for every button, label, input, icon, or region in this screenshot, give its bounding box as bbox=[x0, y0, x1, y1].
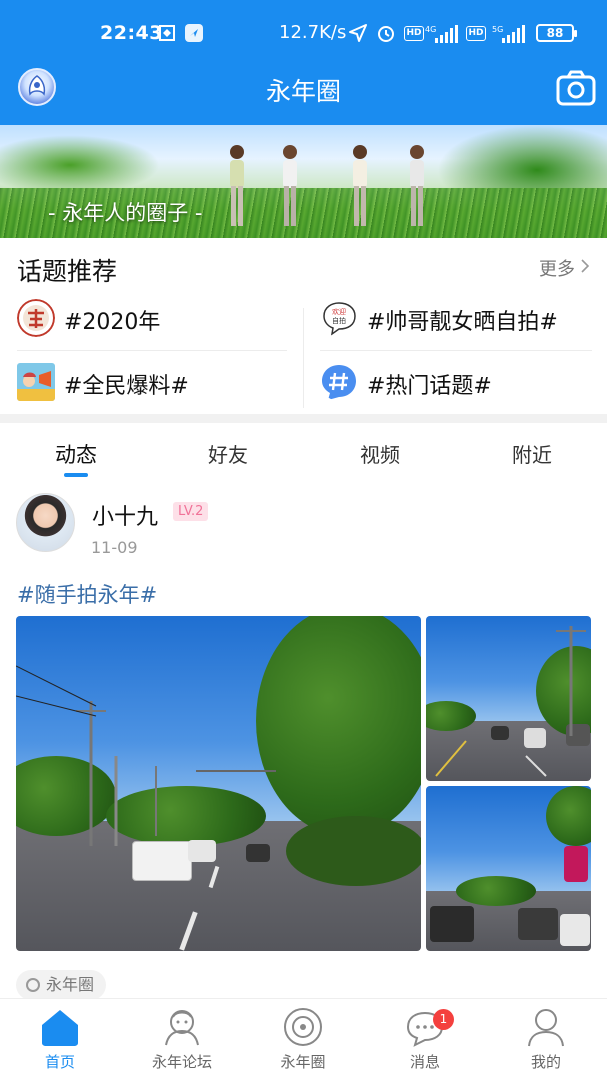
status-time: 22:43 bbox=[100, 22, 163, 44]
circle-icon bbox=[284, 1008, 322, 1046]
navigation-icon bbox=[349, 24, 367, 42]
post-photo-2[interactable] bbox=[426, 616, 591, 781]
banner-image[interactable]: - 永年人的圈子 - bbox=[0, 125, 607, 238]
section-divider bbox=[0, 414, 607, 423]
svg-text:自拍: 自拍 bbox=[332, 316, 346, 325]
feed-post[interactable]: 小十九 LV.2 11-09 #随手拍永年# 永年圈 bbox=[0, 483, 607, 1000]
divider bbox=[320, 350, 592, 351]
battery-indicator: 88 bbox=[536, 24, 577, 42]
hd-badge-2: HD bbox=[466, 26, 486, 41]
signal-4g-icon: 4G bbox=[425, 24, 461, 49]
post-hashtag[interactable]: #随手拍永年# bbox=[17, 579, 157, 609]
nav-profile[interactable]: 我的 bbox=[496, 1007, 596, 1077]
bottom-navigation: 首页 永年论坛 永年圈 1 消息 我的 bbox=[0, 998, 607, 1080]
banner-person-figure bbox=[410, 145, 424, 226]
tab-videos[interactable]: 视频 bbox=[330, 439, 430, 468]
topic-label: #2020年 bbox=[64, 310, 161, 335]
tab-active-indicator bbox=[64, 473, 88, 477]
hd-badge: HD bbox=[404, 26, 424, 41]
nav-forum-label: 永年论坛 bbox=[151, 1053, 212, 1071]
banner-person-figure bbox=[353, 145, 367, 226]
tab-dynamic[interactable]: 动态 bbox=[26, 439, 126, 469]
nav-home-label: 首页 bbox=[44, 1053, 75, 1071]
topics-more-link[interactable]: 更多 bbox=[539, 255, 575, 281]
alarm-icon bbox=[378, 26, 394, 42]
camera-icon[interactable] bbox=[556, 70, 596, 106]
level-badge: LV.2 bbox=[173, 502, 209, 521]
topics-section: 话题推荐 更多 #2020年 欢迎 自拍 #帅哥靓女晒自拍# #全民爆料# #热… bbox=[0, 238, 607, 414]
location-notification-icon bbox=[185, 24, 203, 42]
signal-5g-label: 5G bbox=[492, 25, 503, 34]
divider bbox=[17, 350, 287, 351]
post-photo-main[interactable] bbox=[16, 616, 421, 951]
svg-text:欢迎: 欢迎 bbox=[332, 307, 346, 316]
topic-label: #全民爆料# bbox=[64, 374, 189, 399]
topic-selfie-icon: 欢迎 自拍 bbox=[323, 302, 356, 336]
topic-hot-icon bbox=[322, 365, 356, 400]
topic-label: #帅哥靓女晒自拍# bbox=[367, 310, 558, 335]
post-date: 11-09 bbox=[91, 538, 138, 557]
post-username[interactable]: 小十九 bbox=[92, 499, 158, 531]
chevron-right-icon[interactable] bbox=[580, 258, 590, 274]
home-icon bbox=[42, 1010, 78, 1046]
topic-2020-icon bbox=[17, 299, 55, 337]
circle-tag-icon bbox=[26, 978, 40, 992]
banner-person-figure bbox=[230, 145, 244, 226]
profile-icon bbox=[528, 1009, 564, 1047]
circle-tag-label: 永年圈 bbox=[46, 975, 95, 994]
feed-tabs: 动态 好友 视频 附近 bbox=[0, 423, 607, 483]
signal-5g-icon: 5G bbox=[492, 24, 528, 49]
nav-circle-label: 永年圈 bbox=[280, 1053, 326, 1071]
signal-4g-label: 4G bbox=[425, 25, 436, 34]
topic-label: #热门话题# bbox=[367, 374, 492, 399]
nav-messages-label: 消息 bbox=[409, 1053, 440, 1071]
forum-icon bbox=[165, 1010, 199, 1046]
avatar[interactable] bbox=[16, 493, 75, 552]
divider bbox=[303, 308, 304, 408]
circle-tag[interactable]: 永年圈 bbox=[16, 970, 107, 1000]
nav-forum[interactable]: 永年论坛 bbox=[132, 1007, 232, 1077]
nav-home[interactable]: 首页 bbox=[10, 1007, 110, 1077]
nav-circle[interactable]: 永年圈 bbox=[253, 1007, 353, 1077]
topic-report-icon bbox=[17, 363, 55, 401]
status-bar: 22:43 12.7K/s HD 4G HD 5G 88 bbox=[0, 0, 607, 62]
banner-caption: - 永年人的圈子 - bbox=[48, 201, 203, 225]
message-badge: 1 bbox=[433, 1009, 454, 1030]
page-title: 永年圈 bbox=[265, 77, 341, 106]
post-photo-3[interactable] bbox=[426, 786, 591, 951]
banner-person-figure bbox=[283, 145, 297, 226]
network-speed: 12.7K/s bbox=[279, 22, 347, 43]
app-notification-icon bbox=[159, 25, 175, 41]
topics-title: 话题推荐 bbox=[17, 257, 118, 286]
tab-friends[interactable]: 好友 bbox=[178, 439, 278, 468]
nav-profile-label: 我的 bbox=[530, 1053, 561, 1071]
top-bar: 22:43 12.7K/s HD 4G HD 5G 88 永年圈 bbox=[0, 0, 607, 125]
tab-nearby[interactable]: 附近 bbox=[482, 439, 582, 468]
nav-messages[interactable]: 1 消息 bbox=[375, 1007, 475, 1077]
